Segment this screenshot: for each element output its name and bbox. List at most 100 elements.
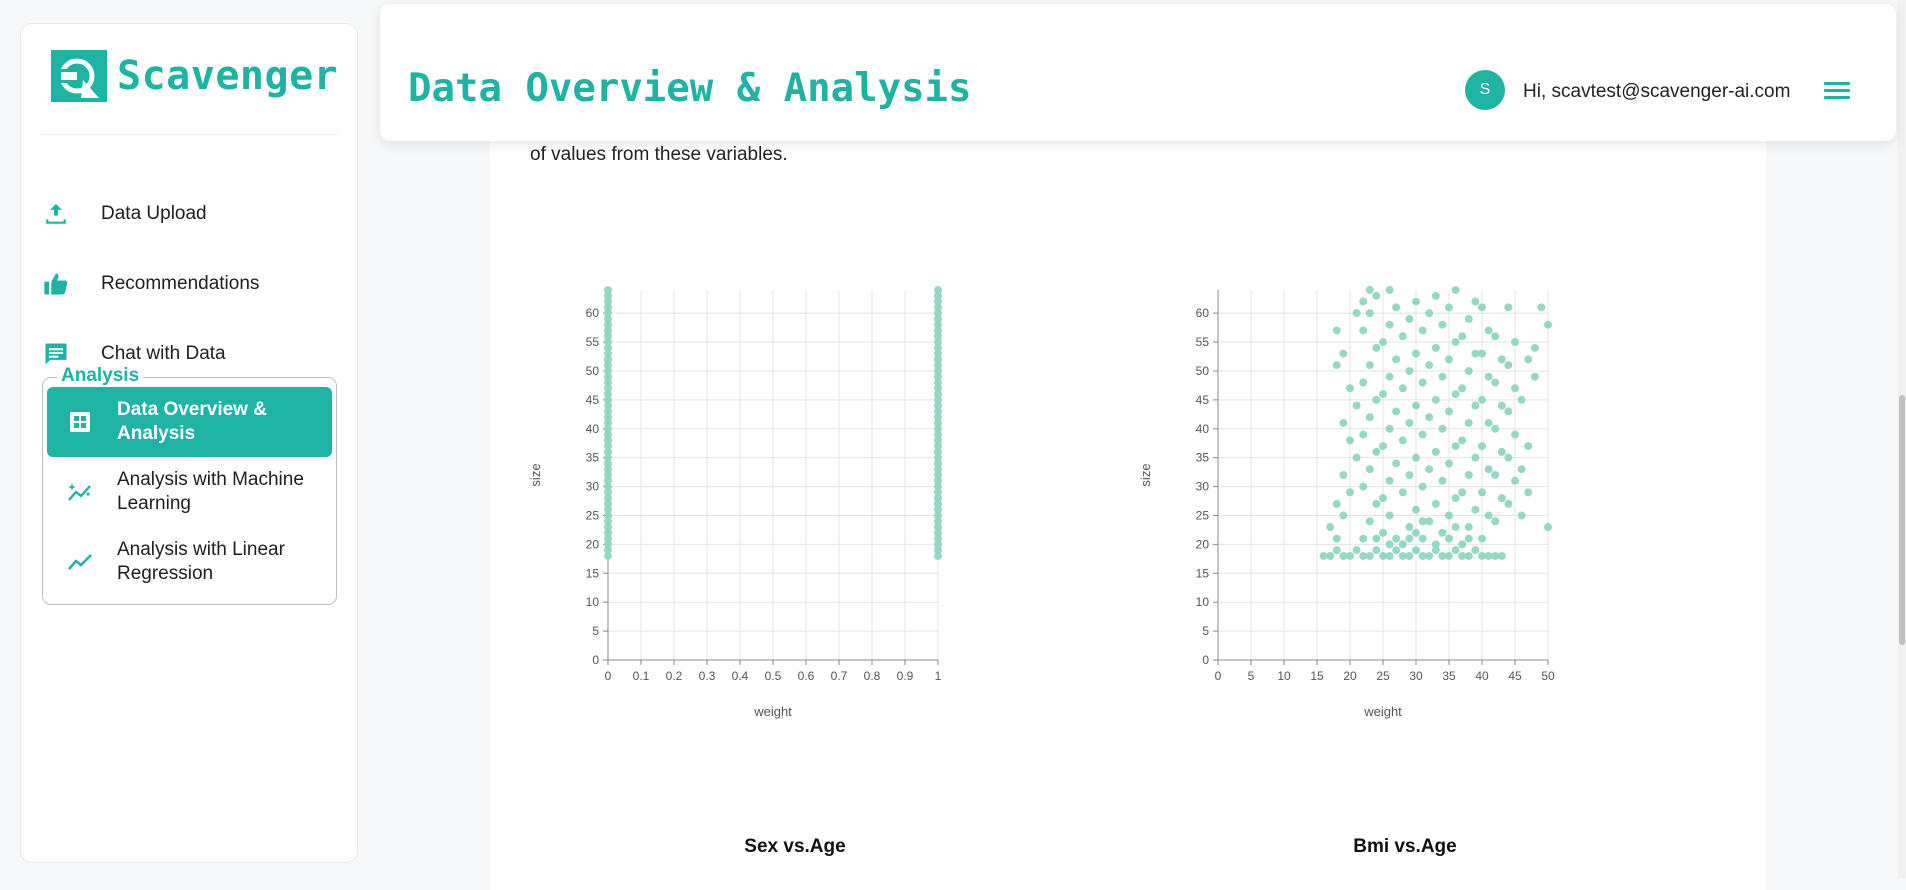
scatter-point (1464, 366, 1473, 375)
y-tick-label: 15 (1196, 566, 1210, 580)
sidebar-item-label: Chat with Data (101, 343, 226, 364)
x-tick-label: 45 (1508, 669, 1522, 683)
app-name: Scavenger (117, 53, 339, 99)
scatter-point (1478, 488, 1486, 497)
scatter-point (1425, 413, 1434, 422)
scatter-point (1524, 355, 1533, 364)
scatter-point (1504, 499, 1513, 508)
x-tick-label: 35 (1442, 669, 1456, 683)
scatter-point (1544, 523, 1552, 532)
y-tick-label: 20 (1196, 537, 1210, 551)
scatter-point (1431, 540, 1440, 549)
scatter-point (1405, 366, 1414, 375)
scatter-point (1497, 551, 1506, 560)
sidebar-item-data-upload[interactable]: Data Upload (41, 189, 341, 239)
scatter-point (1471, 453, 1480, 462)
scatter-point (1438, 372, 1447, 381)
scatter-point (1372, 343, 1381, 352)
scatter-point (1405, 471, 1414, 479)
scatter-point (1418, 517, 1427, 526)
sidebar-item-recommendations[interactable]: Recommendations (41, 259, 341, 309)
scatter-point (1365, 309, 1374, 318)
x-tick-label: 10 (1277, 669, 1291, 683)
y-tick-label: 60 (1196, 306, 1210, 320)
sidebar-item-linear-regression[interactable]: Analysis with Linear Regression (47, 527, 332, 597)
scatter-point (1431, 343, 1440, 352)
x-tick-label: 15 (1310, 669, 1324, 683)
scatter-point (1359, 534, 1368, 543)
scatter-point (1445, 551, 1453, 560)
dashboard-icon (65, 410, 95, 434)
scatter-point (1365, 465, 1374, 474)
scatter-point (1418, 534, 1427, 543)
app-logo[interactable]: Scavenger (51, 50, 338, 102)
scatter-point (1379, 338, 1387, 347)
scatter-point (1365, 551, 1374, 560)
menu-button[interactable] (1824, 82, 1850, 102)
y-tick-label: 40 (586, 422, 600, 436)
scatter-point (1379, 390, 1387, 399)
trend-line-icon (65, 551, 95, 573)
x-tick-label: 0.1 (633, 669, 650, 683)
scatter-point (1511, 384, 1519, 393)
scatter-point (1478, 534, 1486, 543)
top-header: Data Overview & Analysis S Hi, scavtest@… (380, 4, 1896, 141)
scatter-point (1332, 361, 1341, 370)
menu-icon (1824, 82, 1850, 85)
sidebar-item-label: Recommendations (101, 273, 260, 294)
scatter-point (1412, 401, 1420, 410)
scatter-point (1484, 465, 1493, 474)
scatter-point (1365, 286, 1374, 294)
scatter-point (1458, 436, 1467, 445)
sidebar-item-label: Data Overview & Analysis (117, 399, 267, 444)
sidebar-item-machine-learning[interactable]: Analysis with Machine Learning (47, 457, 332, 527)
scatter-point (1339, 511, 1348, 520)
scatter-point (1478, 442, 1486, 451)
scatter-point (1471, 546, 1480, 555)
scatter-point (1359, 378, 1368, 387)
scatter-point (1392, 355, 1401, 364)
scatter-point (1332, 326, 1341, 335)
upload-icon (41, 199, 71, 229)
y-tick-label: 55 (586, 335, 600, 349)
y-tick-label: 15 (586, 566, 600, 580)
x-tick-label: 0.5 (765, 669, 782, 683)
avatar[interactable]: S (1465, 70, 1505, 110)
scatter-point (1326, 523, 1335, 532)
scatter-point (1359, 430, 1368, 439)
scatter-point (1451, 546, 1460, 555)
scatter-point (1352, 309, 1361, 318)
x-tick-label: 0.4 (732, 669, 749, 683)
x-tick-label: 50 (1541, 669, 1555, 683)
scatter-point (1346, 551, 1354, 560)
scatter-point (1458, 332, 1467, 341)
logo-icon (51, 50, 107, 102)
scatter-point (1530, 343, 1539, 352)
y-tick-label: 20 (586, 537, 600, 551)
x-axis-label: weight (753, 704, 792, 719)
scatter-point (1392, 534, 1401, 543)
scatter-point (1458, 488, 1467, 497)
scatter-point (1517, 465, 1526, 474)
scatter-point (1464, 523, 1473, 532)
scatter-point (1451, 523, 1460, 532)
scatter-point (1431, 447, 1440, 456)
scatter-point (1497, 355, 1506, 364)
scatter-point (1504, 453, 1513, 462)
sidebar-item-data-overview[interactable]: Data Overview & Analysis (47, 387, 332, 457)
scatter-plot: 0 0.1 0.2 0.3 0.4 0.5 0.6 0.7 0.8 0.9 105101520253… (528, 286, 942, 719)
scatter-point (1445, 355, 1453, 364)
x-tick-label: 30 (1409, 669, 1423, 683)
scatter-point (1471, 401, 1480, 410)
scrollbar-thumb[interactable] (1899, 395, 1905, 645)
scatter-point (1385, 476, 1394, 485)
scatter-point (1511, 476, 1519, 485)
scatter-point (1491, 378, 1500, 387)
scatter-point (1431, 499, 1440, 508)
scatter-point (1365, 517, 1374, 526)
scatter-point (1379, 494, 1387, 503)
scatter-point (1425, 465, 1434, 474)
scatter-point (1524, 442, 1533, 451)
scatter-point (1497, 401, 1506, 410)
scatter-point (1425, 309, 1434, 318)
